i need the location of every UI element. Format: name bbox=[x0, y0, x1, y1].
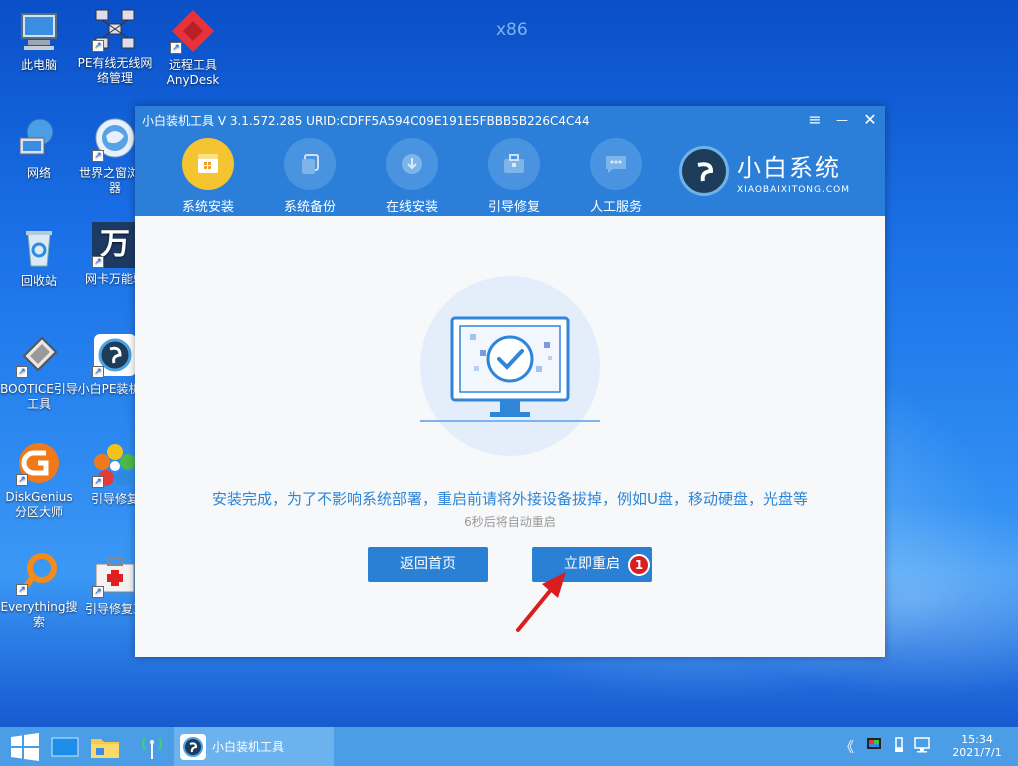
windows-logo-icon bbox=[11, 732, 39, 761]
tab-system-backup[interactable]: 系统备份 bbox=[259, 138, 361, 215]
tab-label: 人工服务 bbox=[589, 200, 642, 215]
xiaobai-logo-icon: ↗ bbox=[92, 332, 138, 378]
diskgenius-icon: ↗ bbox=[16, 440, 62, 486]
desktop-icon-anydesk[interactable]: ↗ 远程工具AnyDesk bbox=[154, 8, 232, 88]
shortcut-arrow-icon: ↗ bbox=[92, 40, 104, 52]
shortcut-arrow-icon: ↗ bbox=[92, 476, 104, 488]
chat-icon bbox=[590, 138, 642, 190]
usb-icon[interactable] bbox=[893, 737, 905, 753]
tab-customer-service[interactable]: 人工服务 bbox=[565, 138, 667, 215]
brand-name: 小白系统 XIAOBAIXITONG.COM bbox=[737, 148, 850, 195]
windows-icon bbox=[182, 138, 234, 190]
taskbar-app-label: 小白装机工具 bbox=[212, 740, 285, 754]
tab-online-install[interactable]: 在线安装 bbox=[361, 138, 463, 215]
icon-label: PE有线无线网络管理 bbox=[77, 56, 153, 85]
taskbar: 小白装机工具 《 15:34 2021/7/1 bbox=[0, 727, 1018, 766]
wan-glyph: 万 bbox=[100, 227, 130, 262]
shortcut-arrow-icon: ↗ bbox=[170, 42, 182, 54]
desktop-icon-everything[interactable]: ↗ Everything搜索 bbox=[0, 550, 78, 630]
desktop-icon bbox=[51, 737, 79, 756]
shortcut-arrow-icon: ↗ bbox=[92, 150, 104, 162]
icon-label: 网络 bbox=[26, 166, 51, 180]
menu-icon[interactable]: ≡ bbox=[805, 110, 825, 130]
shortcut-arrow-icon: ↗ bbox=[92, 366, 104, 378]
search-magnifier-icon: ↗ bbox=[16, 550, 62, 596]
tab-boot-repair[interactable]: 引导修复 bbox=[463, 138, 565, 215]
network-globe-icon bbox=[16, 116, 62, 162]
pinwheel-icon: ↗ bbox=[92, 442, 138, 488]
shortcut-arrow-icon: ↗ bbox=[16, 584, 28, 596]
recycle-bin-icon bbox=[16, 224, 62, 270]
display-icon[interactable] bbox=[866, 737, 882, 753]
title-bar[interactable]: 小白装机工具 V 3.1.572.285 URID:CDFF5A594C09E1… bbox=[135, 106, 885, 216]
icon-label: DiskGenius分区大师 bbox=[5, 490, 73, 519]
taskbar-app-xiaobai[interactable]: 小白装机工具 bbox=[174, 727, 334, 766]
shortcut-arrow-icon: ↗ bbox=[16, 474, 28, 486]
brand-name-cn: 小白系统 bbox=[737, 153, 841, 182]
icon-label: 回收站 bbox=[20, 274, 57, 288]
return-home-button[interactable]: 返回首页 bbox=[368, 547, 488, 582]
desktop-icon-pe-network[interactable]: ↗ PE有线无线网络管理 bbox=[76, 6, 154, 86]
folder-icon bbox=[91, 738, 119, 758]
toolbox-icon bbox=[488, 138, 540, 190]
main-nav: 系统安装 系统备份 在线安装 引导修复 人工服务 bbox=[157, 138, 667, 215]
network-manager-icon: ↗ bbox=[92, 6, 138, 52]
network-tool-button[interactable] bbox=[136, 727, 168, 766]
auto-restart-countdown: 6秒后将自动重启 bbox=[464, 515, 556, 529]
tab-label: 在线安装 bbox=[385, 200, 438, 215]
minimize-icon[interactable]: — bbox=[832, 110, 852, 130]
copy-icon bbox=[284, 138, 336, 190]
shortcut-arrow-icon: ↗ bbox=[92, 256, 104, 268]
wan-driver-icon: 万 ↗ bbox=[92, 222, 138, 268]
window-title: 小白装机工具 V 3.1.572.285 URID:CDFF5A594C09E1… bbox=[142, 114, 590, 128]
desktop-icon-bootice[interactable]: ↗ BOOTICE引导工具 bbox=[0, 332, 78, 412]
brand: 小白系统 XIAOBAIXITONG.COM bbox=[679, 146, 850, 196]
tab-label: 引导修复 bbox=[487, 200, 540, 215]
system-clock[interactable]: 15:34 2021/7/1 bbox=[942, 733, 1012, 759]
computer-icon bbox=[16, 8, 62, 54]
install-complete-message: 安装完成，为了不影响系统部署，重启前请将外接设备拔掉，例如U盘，移动硬盘，光盘等 bbox=[212, 490, 808, 508]
step-badge: 1 bbox=[628, 554, 650, 576]
icon-label: Everything搜索 bbox=[0, 600, 78, 629]
file-explorer-button[interactable] bbox=[88, 727, 122, 766]
desktop-icon-network[interactable]: 网络 bbox=[0, 116, 78, 181]
clock-time: 15:34 bbox=[961, 733, 993, 746]
network-status-icon[interactable] bbox=[914, 737, 932, 753]
tab-label: 系统备份 bbox=[283, 200, 336, 215]
icon-label: BOOTICE引导工具 bbox=[0, 382, 78, 411]
desktop-icon-diskgenius[interactable]: ↗ DiskGenius分区大师 bbox=[0, 440, 78, 520]
arch-label: x86 bbox=[496, 20, 528, 40]
tab-label: 系统安装 bbox=[181, 200, 234, 215]
brand-name-en: XIAOBAIXITONG.COM bbox=[737, 184, 850, 195]
start-button[interactable] bbox=[6, 727, 44, 766]
globe-browser-icon: ↗ bbox=[92, 116, 138, 162]
shortcut-arrow-icon: ↗ bbox=[16, 366, 28, 378]
shortcut-arrow-icon: ↗ bbox=[92, 586, 104, 598]
icon-label: 此电脑 bbox=[20, 58, 57, 72]
desktop-icon-this-pc[interactable]: 此电脑 bbox=[0, 8, 78, 73]
anydesk-icon: ↗ bbox=[170, 8, 216, 54]
bootice-icon: ↗ bbox=[16, 332, 62, 378]
first-aid-kit-icon: ↗ bbox=[92, 552, 138, 598]
install-complete-illustration bbox=[420, 276, 600, 456]
antenna-icon bbox=[142, 736, 162, 759]
desktop-icon-recycle-bin[interactable]: 回收站 bbox=[0, 224, 78, 289]
icon-label: 引导修复 bbox=[90, 492, 139, 506]
icon-label: 远程工具AnyDesk bbox=[166, 58, 220, 87]
download-icon bbox=[386, 138, 438, 190]
close-icon[interactable]: ✕ bbox=[860, 110, 880, 130]
xiaobai-logo-icon bbox=[180, 733, 206, 760]
pointer-arrow-icon bbox=[516, 572, 566, 632]
tab-system-install[interactable]: 系统安装 bbox=[157, 138, 259, 215]
xiaobai-logo-icon bbox=[679, 146, 729, 196]
clock-date: 2021/7/1 bbox=[952, 746, 1002, 759]
monitor-check-icon bbox=[420, 316, 600, 422]
show-desktop-button[interactable] bbox=[48, 727, 82, 766]
tray-expand-icon[interactable]: 《 bbox=[840, 737, 854, 757]
